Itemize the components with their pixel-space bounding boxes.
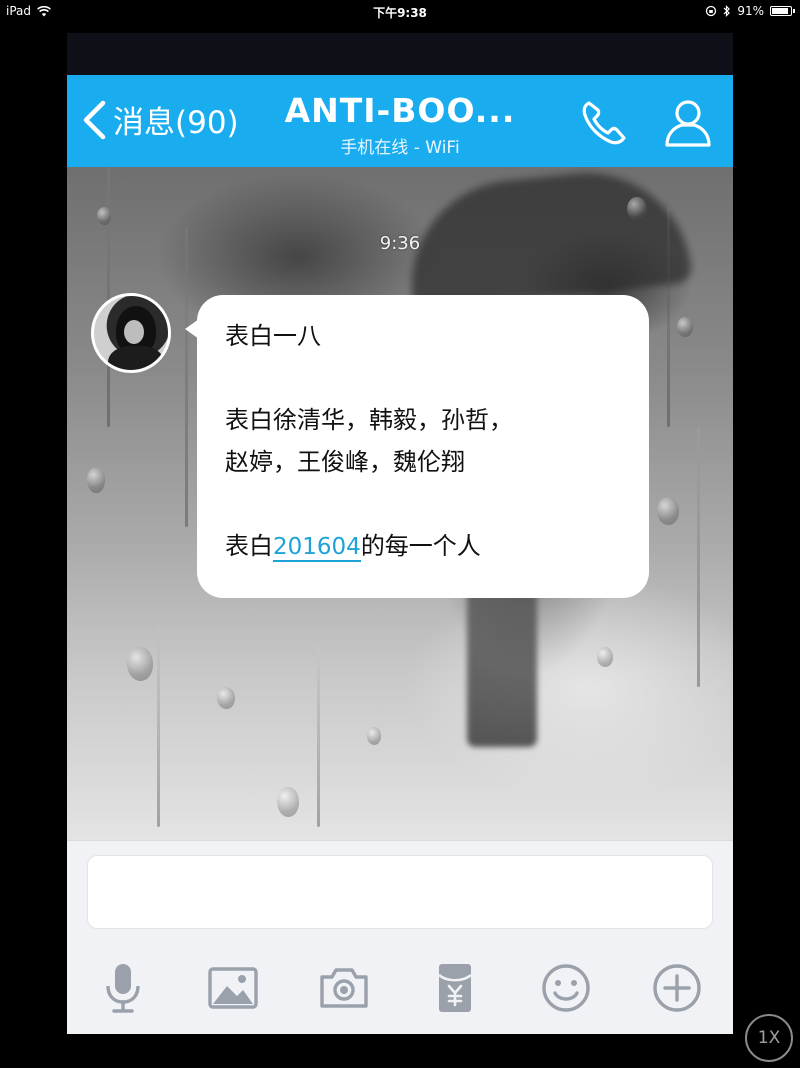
rain-streak: [697, 427, 700, 687]
rain-drop: [597, 647, 613, 667]
avatar-face: [124, 320, 144, 344]
status-right: 91%: [705, 4, 795, 18]
message-text: 的每一个人: [360, 532, 481, 560]
message-text: 表白: [225, 532, 273, 560]
message-timestamp: 9:36: [379, 233, 421, 254]
microphone-icon[interactable]: [95, 960, 151, 1016]
plus-circle-icon[interactable]: [649, 960, 705, 1016]
message-line: 表白201604的每一个人: [225, 525, 621, 568]
rain-drop: [127, 647, 153, 681]
message-line: 表白一八: [225, 322, 321, 350]
battery-icon: [770, 6, 795, 16]
app-top-strip: [67, 33, 733, 75]
avatar-body: [108, 346, 164, 370]
message-gap: [225, 357, 621, 399]
message-input[interactable]: [87, 855, 713, 929]
rain-drop: [627, 197, 647, 221]
red-packet-icon[interactable]: [427, 960, 483, 1016]
battery-percent: 91%: [737, 4, 764, 18]
rain-drop: [657, 497, 679, 525]
bluetooth-icon: [723, 5, 731, 17]
chat-title[interactable]: ANTI-BOO...: [267, 91, 533, 130]
camera-icon[interactable]: [316, 960, 372, 1016]
input-bar: [67, 840, 733, 944]
rain-streak: [107, 167, 110, 427]
phone-icon[interactable]: [577, 97, 633, 149]
rain-drop: [217, 687, 235, 709]
rain-streak: [317, 647, 320, 827]
rain-drop: [97, 207, 111, 225]
status-bar: iPad 下午9:38 91%: [0, 0, 800, 22]
chat-area[interactable]: 9:36 表白一八 表白徐清华，韩毅，孙哲， 赵婷，王俊峰，魏伦翔 表白2016…: [67, 167, 733, 840]
chevron-left-icon: [83, 100, 106, 139]
battery-fill: [772, 8, 789, 14]
chat-subtitle: 手机在线 - WiFi: [340, 138, 460, 158]
image-icon[interactable]: [205, 960, 261, 1016]
person-icon[interactable]: [661, 97, 715, 149]
message-link[interactable]: 201604: [273, 534, 361, 562]
status-time: 下午9:38: [373, 6, 427, 20]
message-gap: [225, 483, 621, 525]
message-line: 表白徐清华，韩毅，孙哲，: [225, 406, 513, 434]
rain-streak: [157, 627, 160, 827]
nav-bar: 消息(90) ANTI-BOO... 手机在线 - WiFi: [67, 75, 733, 167]
orientation-lock-icon: [706, 5, 717, 17]
message-bubble[interactable]: 表白一八 表白徐清华，韩毅，孙哲， 赵婷，王俊峰，魏伦翔 表白201604的每一…: [185, 295, 649, 598]
qq-chat-app: 消息(90) ANTI-BOO... 手机在线 - WiFi 9:36 表白一八…: [67, 33, 733, 1034]
message-line: 赵婷，王俊峰，魏伦翔: [225, 448, 465, 476]
rain-drop: [277, 787, 299, 817]
input-toolbar: [67, 944, 733, 1034]
back-button[interactable]: 消息(90): [81, 97, 239, 142]
rain-drop: [87, 467, 105, 493]
rain-streak: [185, 227, 188, 527]
zoom-toggle-button[interactable]: 1X: [745, 1014, 793, 1062]
rain-drop: [367, 727, 381, 745]
back-label: 消息(90): [113, 105, 239, 141]
emoji-icon[interactable]: [538, 960, 594, 1016]
contact-avatar[interactable]: [91, 293, 171, 373]
rain-drop: [677, 317, 693, 337]
